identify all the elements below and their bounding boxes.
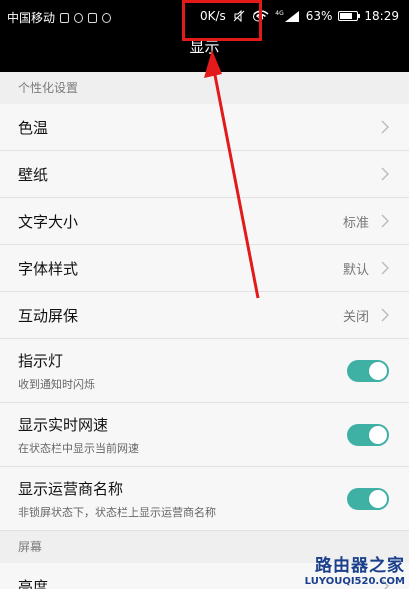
chevron-right-icon bbox=[381, 120, 389, 134]
row-label: 色温 bbox=[18, 118, 49, 137]
image-icon bbox=[88, 12, 98, 23]
status-right: 4G 63% 18:29 bbox=[253, 9, 399, 23]
carrier-name-toggle[interactable] bbox=[347, 487, 389, 510]
row-label: 互动屏保 bbox=[18, 306, 79, 325]
row-value: 默认 bbox=[342, 262, 369, 278]
sim-icon bbox=[60, 12, 70, 23]
row-font-style[interactable]: 字体样式 默认 bbox=[0, 245, 409, 292]
watermark-title: 路由器之家 bbox=[315, 556, 405, 576]
row-font-size[interactable]: 文字大小 标准 bbox=[0, 198, 409, 245]
row-realtime-net-speed: 显示实时网速 在状态栏中显示当前网速 bbox=[0, 403, 409, 467]
row-interactive-screensaver[interactable]: 互动屏保 关闭 bbox=[0, 292, 409, 339]
row-label: 壁纸 bbox=[18, 165, 49, 184]
network-type: 4G bbox=[275, 9, 284, 17]
annotation-highlight-box bbox=[182, 0, 262, 41]
row-label: 指示灯 bbox=[18, 351, 64, 370]
row-carrier-name: 显示运营商名称 非锁屏状态下，状态栏上显示运营商名称 bbox=[0, 467, 409, 531]
settings-content[interactable]: 个性化设置 色温 壁纸 文字大小 标准 字体样式 默认 互动屏保 关闭 指示灯 … bbox=[0, 72, 409, 589]
chevron-right-icon bbox=[381, 214, 389, 228]
row-subtitle: 收到通知时闪烁 bbox=[18, 377, 95, 391]
row-indicator-light: 指示灯 收到通知时闪烁 bbox=[0, 339, 409, 403]
row-color-temperature[interactable]: 色温 bbox=[0, 104, 409, 151]
chevron-right-icon bbox=[381, 167, 389, 181]
row-subtitle: 非锁屏状态下，状态栏上显示运营商名称 bbox=[18, 505, 216, 519]
row-subtitle: 在状态栏中显示当前网速 bbox=[18, 441, 139, 455]
net-speed-toggle[interactable] bbox=[347, 423, 389, 446]
signal-icon bbox=[284, 11, 299, 22]
battery-icon bbox=[338, 11, 361, 21]
watermark-url: LUYOUQI520.COM bbox=[304, 576, 405, 587]
row-wallpaper[interactable]: 壁纸 bbox=[0, 151, 409, 198]
chevron-right-icon bbox=[381, 261, 389, 275]
row-label: 亮度 bbox=[18, 577, 49, 589]
watermark-logo: 路由器之家 LUYOUQI520.COM bbox=[273, 551, 405, 587]
clock-time: 18:29 bbox=[364, 9, 399, 23]
app-notification-icon bbox=[102, 12, 112, 23]
battery-percent: 63% bbox=[305, 9, 333, 23]
carrier-name: 中国移动 bbox=[7, 11, 56, 25]
section-header-personalization: 个性化设置 bbox=[0, 72, 409, 104]
row-label: 显示实时网速 bbox=[18, 415, 109, 434]
row-label: 字体样式 bbox=[18, 259, 79, 278]
chevron-right-icon bbox=[381, 308, 389, 322]
message-icon bbox=[74, 12, 84, 23]
row-label: 文字大小 bbox=[18, 212, 79, 231]
row-value: 标准 bbox=[342, 215, 369, 231]
row-value: 关闭 bbox=[342, 309, 369, 325]
row-label: 显示运营商名称 bbox=[18, 479, 124, 498]
status-left: 中国移动 bbox=[7, 9, 112, 26]
indicator-light-toggle[interactable] bbox=[347, 359, 389, 382]
